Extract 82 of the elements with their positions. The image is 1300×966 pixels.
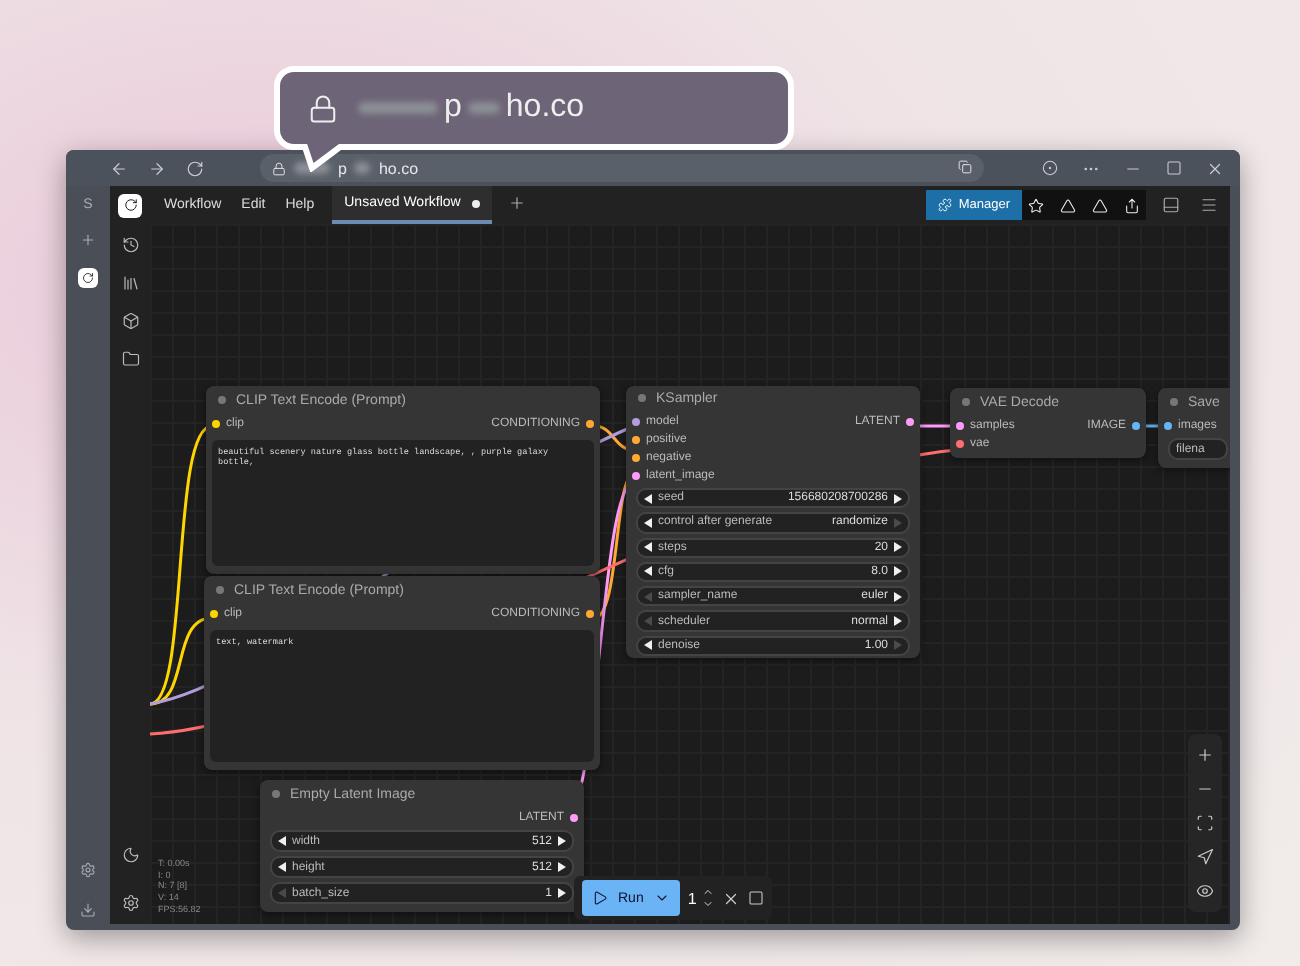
collapse-dot[interactable] — [1170, 398, 1178, 406]
left-arrow-icon[interactable] — [644, 640, 652, 651]
right-arrow-icon[interactable] — [894, 591, 902, 602]
collapse-dot[interactable] — [216, 586, 224, 594]
graph-canvas[interactable] — [150, 224, 1230, 924]
play-icon — [592, 890, 608, 906]
input-port[interactable] — [956, 422, 964, 430]
reload-icon[interactable] — [186, 159, 204, 177]
cube-icon[interactable] — [121, 312, 139, 330]
folder-icon[interactable] — [121, 350, 139, 368]
right-arrow-icon[interactable] — [894, 616, 902, 627]
cancel-icon[interactable] — [722, 889, 741, 907]
right-arrow-icon[interactable] — [558, 836, 566, 846]
close-icon[interactable] — [1206, 159, 1224, 177]
input-port[interactable] — [212, 420, 220, 428]
collapse-dot[interactable] — [272, 790, 280, 798]
logo-icon — [82, 272, 94, 284]
batch-count-field[interactable]: 1 — [687, 886, 715, 910]
right-arrow-icon[interactable] — [894, 542, 902, 553]
input-port[interactable] — [956, 440, 964, 448]
app-logo[interactable] — [118, 193, 142, 217]
input-port[interactable] — [632, 453, 640, 462]
down-icon[interactable] — [702, 898, 715, 910]
left-arrow-icon[interactable] — [644, 517, 652, 528]
output-port[interactable] — [1132, 422, 1140, 430]
right-arrow-icon[interactable] — [894, 493, 902, 504]
chevron-icon — [653, 890, 670, 906]
output-port[interactable] — [906, 417, 914, 426]
eye-icon[interactable] — [1196, 882, 1214, 900]
input-port[interactable] — [1164, 422, 1172, 430]
lock-icon — [272, 161, 286, 175]
address-bar[interactable]: p ho.co — [260, 154, 984, 182]
collapse-dot[interactable] — [218, 396, 226, 404]
share-icon[interactable] — [1124, 197, 1140, 213]
settings-icon[interactable] — [121, 894, 139, 912]
url-text: ho.co — [505, 90, 585, 126]
input-port[interactable] — [210, 610, 218, 618]
logo-icon — [123, 198, 137, 212]
stop-icon[interactable] — [748, 890, 765, 906]
left-arrow-icon[interactable] — [644, 542, 652, 553]
url-text: p — [338, 159, 347, 177]
up-icon[interactable] — [702, 886, 715, 898]
maximize-icon[interactable] — [1166, 159, 1182, 175]
panel-icon[interactable] — [1162, 196, 1180, 214]
lock-icon — [308, 93, 338, 123]
collapse-dot[interactable] — [962, 398, 970, 406]
app-logo[interactable] — [78, 268, 98, 288]
left-arrow-icon[interactable] — [278, 836, 286, 846]
output-port[interactable] — [570, 814, 578, 822]
url-text: ho.co — [378, 159, 419, 177]
output-port[interactable] — [586, 610, 594, 618]
blurred-text — [358, 102, 438, 114]
copy-icon[interactable] — [958, 159, 972, 173]
input-port[interactable] — [632, 417, 640, 426]
moon-icon[interactable] — [121, 846, 139, 864]
left-arrow-icon[interactable] — [278, 862, 286, 872]
pointer-icon[interactable] — [1196, 848, 1214, 866]
blurred-text — [467, 102, 500, 114]
zoom-in-icon[interactable] — [1196, 746, 1214, 764]
new-tab-icon[interactable] — [508, 194, 527, 212]
puzzle-icon — [938, 198, 953, 212]
input-port[interactable] — [632, 435, 640, 444]
star-icon[interactable] — [1028, 197, 1044, 213]
right-arrow-icon[interactable] — [558, 862, 566, 872]
collapse-dot[interactable] — [638, 394, 646, 403]
left-arrow-icon[interactable] — [644, 493, 652, 504]
menu-icon[interactable] — [1200, 196, 1218, 214]
left-arrow-icon[interactable] — [644, 566, 652, 577]
right-arrow-icon[interactable] — [894, 566, 902, 577]
right-arrow-icon[interactable] — [558, 888, 566, 898]
url-text: p — [444, 90, 462, 126]
input-port[interactable] — [632, 471, 640, 480]
back-icon[interactable] — [110, 159, 128, 177]
forward-icon[interactable] — [148, 159, 166, 177]
settings-icon[interactable] — [80, 862, 96, 878]
circle-icon[interactable] — [1042, 159, 1058, 175]
library-icon[interactable] — [121, 274, 139, 292]
blurred-text — [354, 162, 371, 174]
output-port[interactable] — [586, 420, 594, 428]
fit-view-icon[interactable] — [1196, 814, 1214, 832]
history-icon[interactable] — [121, 236, 139, 254]
download-icon[interactable] — [80, 902, 96, 918]
